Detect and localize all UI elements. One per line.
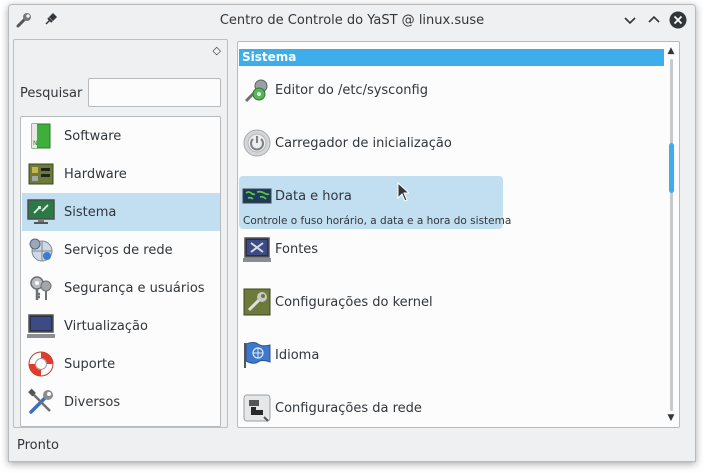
module-sysconfig-editor[interactable]: Editor do /etc/sysconfig [239,66,428,114]
software-icon: N [31,123,51,149]
sidebar-item-seguranca-e-usuarios[interactable]: Segurança e usuários [22,269,220,307]
sidebar-item-virtualizacao[interactable]: Virtualização [22,307,220,345]
sidebar-item-label: Serviços de rede [64,242,173,258]
search-label: Pesquisar [20,86,83,101]
category-list: N Software Hardware Sistema Serviços de … [20,116,221,427]
power-icon [243,129,271,157]
sysconfig-editor-icon [244,79,268,103]
module-network-settings[interactable]: Configurações da rede [239,384,422,427]
sidebar-item-label: Virtualização [64,318,148,334]
module-label: Fontes [275,241,319,257]
system-icon [27,199,55,224]
search-input[interactable] [88,78,221,107]
category-pane: ◇ Pesquisar N Software Hardware Sistema … [13,39,228,428]
mouse-cursor-icon [397,182,409,202]
sidebar-item-suporte[interactable]: Suporte [22,345,220,383]
network-settings-icon [243,394,271,422]
tools-icon [28,388,53,414]
scroll-up-arrow-icon[interactable]: ▲ [665,45,677,57]
module-pane: Sistema Editor do /etc/sysconfig Carrega… [237,41,680,428]
keys-icon [30,276,52,300]
svg-text:N: N [33,140,38,147]
title-bar[interactable]: Centro de Controle do YaST @ linux.suse [9,5,695,35]
sidebar-item-servicos-de-rede[interactable]: Serviços de rede [22,231,220,269]
scrollbar-track[interactable] [670,59,673,411]
module-label: Data e hora [275,188,352,204]
sidebar-item-label: Hardware [64,166,127,182]
kernel-icon [243,288,271,316]
section-header: Sistema [239,49,664,66]
module-label: Editor do /etc/sysconfig [275,82,428,98]
module-label: Idioma [275,347,320,363]
world-clock-icon [242,188,272,204]
status-text: Pronto [17,438,59,453]
scrollbar-thumb[interactable] [669,143,674,193]
minimize-icon[interactable] [621,11,639,29]
sidebar-item-label: Sistema [64,204,117,220]
maximize-icon[interactable] [645,11,663,29]
sidebar-item-sistema[interactable]: Sistema [22,193,220,231]
monitor-icon [27,314,55,338]
dock-diamond-icon[interactable]: ◇ [213,44,221,57]
sidebar-item-diversos[interactable]: Diversos [22,383,220,421]
language-flag-icon [244,342,271,368]
hardware-icon [28,163,54,185]
module-language[interactable]: Idioma [239,331,319,379]
module-fonts[interactable]: Fontes [239,225,318,273]
module-label: Configurações do kernel [275,294,433,310]
sidebar-item-label: Segurança e usuários [64,280,205,296]
module-scrollbar[interactable]: ▲ ▼ [664,43,678,426]
scroll-down-arrow-icon[interactable]: ▼ [665,412,677,424]
module-date-time[interactable]: Data e hora [239,172,352,220]
window-title: Centro de Controle do YaST @ linux.suse [219,13,485,28]
fonts-icon [243,237,271,262]
sidebar-item-hardware[interactable]: Hardware [22,155,220,193]
sidebar-item-label: Suporte [64,356,116,372]
sidebar-item-software[interactable]: N Software [22,117,220,155]
yast-window: Centro de Controle do YaST @ linux.suse … [8,4,696,462]
sidebar-item-label: Software [64,128,122,144]
module-kernel-settings[interactable]: Configurações do kernel [239,278,433,326]
network-services-icon [29,238,53,262]
close-icon[interactable] [669,11,687,29]
module-label: Configurações da rede [275,400,422,416]
sidebar-item-label: Diversos [64,394,121,410]
lifebuoy-icon [28,351,54,377]
module-boot-loader[interactable]: Carregador de inicialização [239,119,452,167]
module-label: Carregador de inicialização [275,135,452,151]
